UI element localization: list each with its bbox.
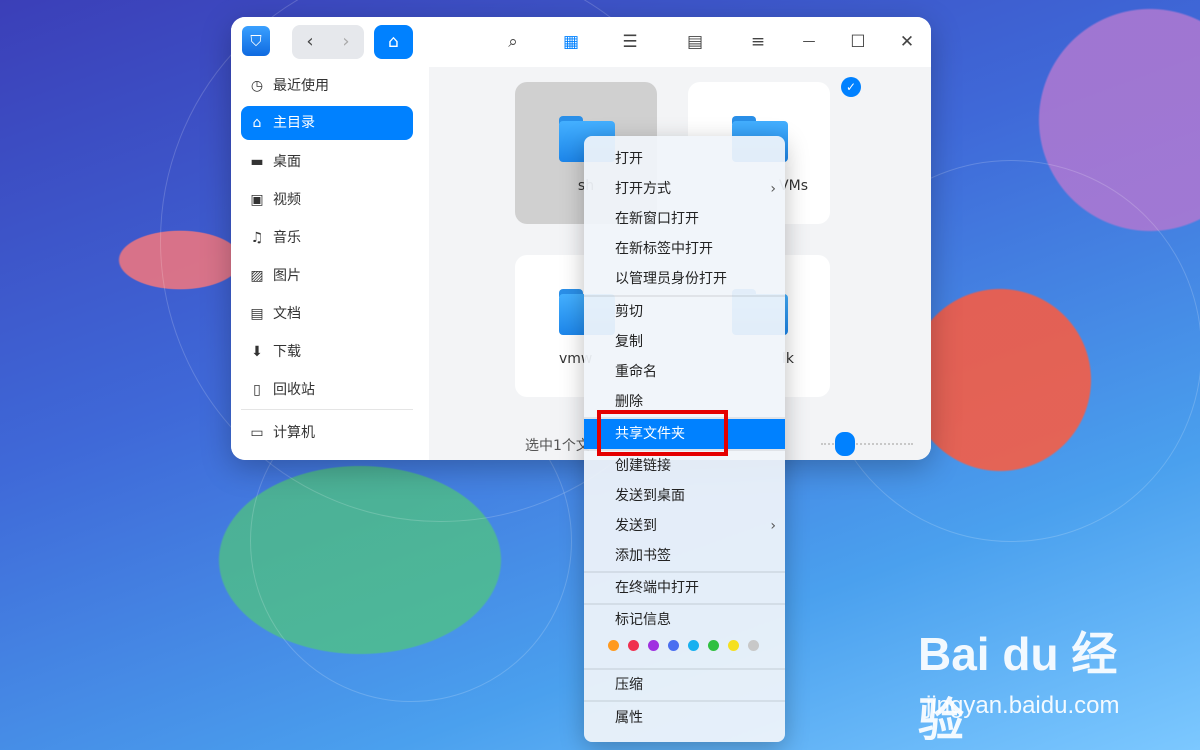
menu-item-label: 打开方式	[615, 181, 671, 197]
menu-item-compress[interactable]: 压缩	[584, 670, 785, 700]
highlight-annotation-box	[597, 410, 728, 456]
tag-color-dot[interactable]	[748, 640, 759, 651]
menu-item-open[interactable]: 打开	[584, 144, 785, 174]
tag-color-dot[interactable]	[648, 640, 659, 651]
sidebar-item-label: 视频	[273, 192, 301, 208]
watermark-url: jingyan.baidu.com	[926, 692, 1120, 719]
menu-item-send-to[interactable]: 发送到 ›	[584, 511, 785, 541]
menu-item-properties[interactable]: 属性	[584, 703, 785, 733]
chevron-right-icon: ›	[770, 181, 776, 197]
back-button[interactable]: ‹	[292, 25, 328, 59]
status-bar-text: 选中1个文	[525, 438, 590, 454]
tag-color-dot[interactable]	[728, 640, 739, 651]
menu-item-open-with[interactable]: 打开方式 ›	[584, 174, 785, 204]
menu-item-open-new-tab[interactable]: 在新标签中打开	[584, 234, 785, 264]
sidebar-item-pictures[interactable]: ▨ 图片	[241, 259, 413, 293]
minimize-icon[interactable]: —	[797, 30, 821, 54]
file-manager-logo-icon: ⛉	[242, 26, 270, 56]
selected-check-icon: ✓	[841, 77, 861, 97]
file-manager-window: ⛉ ‹ › ⌂ ⌕ ▦ ☰ ▤ ≡ — ☐ ✕ ◷ 最近使用 ⌂ 主目录 ▬ 桌…	[231, 17, 931, 460]
menu-item-label: 复制	[615, 334, 643, 350]
tag-color-dot[interactable]	[708, 640, 719, 651]
maximize-icon[interactable]: ☐	[846, 30, 870, 54]
sidebar-item-label: 图片	[273, 268, 301, 284]
sidebar-item-computer[interactable]: ▭ 计算机	[241, 416, 413, 450]
tag-color-picker	[608, 640, 768, 652]
menu-item-open-as-admin[interactable]: 以管理员身份打开	[584, 264, 785, 294]
sidebar-item-documents[interactable]: ▤ 文档	[241, 297, 413, 331]
nav-button-group: ‹ ›	[292, 25, 364, 59]
close-icon[interactable]: ✕	[895, 30, 919, 54]
music-icon: ♫	[250, 230, 264, 246]
sidebar-item-music[interactable]: ♫ 音乐	[241, 221, 413, 255]
sidebar-item-label: 音乐	[273, 230, 301, 246]
computer-icon: ▭	[250, 425, 264, 441]
menu-item-open-new-window[interactable]: 在新窗口打开	[584, 204, 785, 234]
menu-item-label: 打开	[615, 151, 643, 167]
tag-color-dot[interactable]	[608, 640, 619, 651]
menu-item-label: 压缩	[615, 677, 643, 693]
icon-view-icon[interactable]: ▦	[559, 30, 583, 54]
list-view-icon[interactable]: ☰	[618, 30, 642, 54]
sidebar-item-label: 最近使用	[273, 78, 329, 94]
menu-item-cut[interactable]: 剪切	[584, 297, 785, 327]
menu-item-label: 剪切	[615, 304, 643, 320]
menu-item-send-to-desktop[interactable]: 发送到桌面	[584, 481, 785, 511]
sidebar-item-downloads[interactable]: ⬇ 下载	[241, 335, 413, 369]
tag-color-dot[interactable]	[668, 640, 679, 651]
sidebar-item-label: 计算机	[273, 425, 315, 441]
menu-item-label: 以管理员身份打开	[615, 271, 727, 287]
desktop-icon: ▬	[250, 154, 264, 170]
forward-button[interactable]: ›	[328, 25, 364, 59]
sidebar-item-label: 主目录	[273, 115, 315, 131]
sidebar-item-trash[interactable]: ▯ 回收站	[241, 373, 413, 407]
detail-view-icon[interactable]: ▤	[683, 30, 707, 54]
menu-item-label: 发送到	[615, 518, 657, 534]
titlebar: ⛉ ‹ › ⌂ ⌕ ▦ ☰ ▤ ≡ — ☐ ✕	[231, 17, 931, 67]
menu-item-label: 在新标签中打开	[615, 241, 713, 257]
menu-item-label: 标记信息	[615, 612, 671, 628]
trash-icon: ▯	[253, 382, 261, 398]
document-icon: ▤	[250, 306, 264, 322]
chevron-right-icon: ›	[770, 518, 776, 534]
sidebar-divider	[241, 409, 413, 410]
home-button[interactable]: ⌂	[374, 25, 413, 59]
download-icon: ⬇	[251, 344, 263, 360]
menu-item-open-in-terminal[interactable]: 在终端中打开	[584, 573, 785, 603]
baidu-jingyan-watermark: Bai du 经验 jingyan.baidu.com	[918, 618, 1148, 746]
menu-item-label: 重命名	[615, 364, 657, 380]
sidebar: ◷ 最近使用 ⌂ 主目录 ▬ 桌面 ▣ 视频 ♫ 音乐 ▨ 图片 ▤ 文档 ⬇	[231, 67, 429, 460]
sidebar-item-home[interactable]: ⌂ 主目录	[241, 106, 413, 140]
sidebar-item-label: 桌面	[273, 154, 301, 170]
menu-item-label: 在终端中打开	[615, 580, 699, 596]
menu-item-rename[interactable]: 重命名	[584, 357, 785, 387]
main-menu-icon[interactable]: ≡	[746, 30, 770, 54]
zoom-slider-handle[interactable]	[835, 432, 855, 456]
watermark-brand: Bai du 经验	[918, 628, 1118, 746]
menu-item-label: 添加书签	[615, 548, 671, 564]
menu-item-tag-info: 标记信息	[584, 605, 785, 635]
sidebar-item-label: 下载	[273, 344, 301, 360]
sidebar-item-label: 回收站	[273, 382, 315, 398]
video-icon: ▣	[250, 192, 264, 208]
menu-item-add-bookmark[interactable]: 添加书签	[584, 541, 785, 571]
sidebar-item-desktop[interactable]: ▬ 桌面	[241, 145, 413, 179]
search-icon[interactable]: ⌕	[501, 30, 525, 54]
tag-color-dot[interactable]	[688, 640, 699, 651]
clock-icon: ◷	[250, 78, 264, 94]
menu-item-copy[interactable]: 复制	[584, 327, 785, 357]
sidebar-item-recent[interactable]: ◷ 最近使用	[241, 69, 413, 103]
picture-icon: ▨	[250, 268, 264, 284]
menu-item-label: 发送到桌面	[615, 488, 685, 504]
sidebar-item-label: 文档	[273, 306, 301, 322]
tag-color-dot[interactable]	[628, 640, 639, 651]
sidebar-item-videos[interactable]: ▣ 视频	[241, 183, 413, 217]
menu-item-label: 在新窗口打开	[615, 211, 699, 227]
home-icon: ⌂	[252, 115, 262, 131]
menu-item-label: 属性	[615, 710, 643, 726]
menu-separator	[584, 700, 785, 702]
